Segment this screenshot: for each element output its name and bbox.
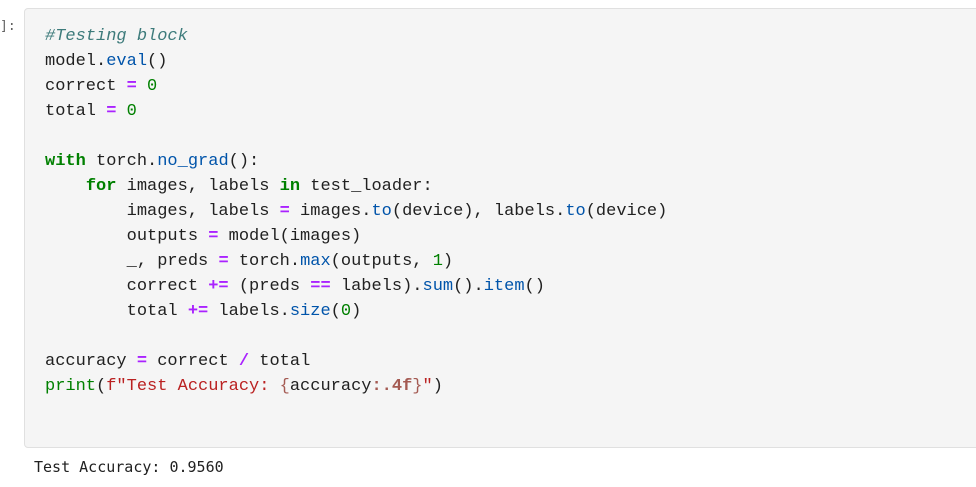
code-token: torch. [85,152,158,171]
code-token: labels. [208,302,290,321]
code-token: 0 [340,302,352,321]
code-token: torch. [228,252,301,271]
code-token: += [187,302,209,321]
code-line: outputs = model(images) [45,224,667,249]
code-token: = [126,77,137,96]
code-token: = [208,227,219,246]
code-token: #Testing block [45,27,188,46]
code-token: ) [442,252,454,271]
code-token: total [45,302,188,321]
code-token: to [371,202,392,221]
code-token: correct [147,352,239,371]
code-token: model. [45,52,107,71]
code-cell[interactable]: #Testing block model.eval() correct = 0 tot… [24,8,976,448]
code-token: images. [289,202,372,221]
code-token: / [238,352,250,371]
code-token: (device) [585,202,668,221]
code-token: (device), labels. [391,202,566,221]
code-token: in [279,177,301,196]
code-token: correct [45,77,127,96]
code-token: :.4f [371,377,413,396]
cell-prompt: ]: [0,19,16,34]
code-token: labels). [330,277,423,296]
code-line: #Testing block [45,24,667,49]
code-line: model.eval() [45,49,667,74]
code-token: test_loader: [300,177,433,196]
code-token: = [136,352,148,371]
code-token: 1 [432,252,443,271]
code-line: accuracy = correct / total [45,349,667,374]
code-token: { [279,377,290,396]
code-token: ) [351,302,362,321]
code-token: eval [106,52,148,71]
code-token: _, preds [45,252,219,271]
code-token: to [565,202,586,221]
code-line: correct += (preds == labels).sum().item(… [45,274,667,299]
code-token: accuracy [45,352,137,371]
code-line: print(f"Test Accuracy: {accuracy:.4f}") [45,374,667,399]
code-token: f"Test Accuracy: [106,377,280,396]
code-token: (): [228,152,260,171]
code-token: } [412,377,423,396]
code-token: () [524,277,545,296]
code-token: () [147,52,168,71]
code-token: " [422,377,433,396]
code-token: max [300,252,331,271]
code-token: = [279,202,290,221]
code-line: correct = 0 [45,74,667,99]
code-token: = [218,252,229,271]
code-editor[interactable]: #Testing block model.eval() correct = 0 tot… [45,24,667,399]
code-token: no_grad [157,152,229,171]
code-line: _, preds = torch.max(outputs, 1) [45,249,667,274]
code-token: with [45,152,86,171]
code-token: == [310,277,331,296]
code-line: for images, labels in test_loader: [45,174,667,199]
code-token: item [483,277,525,296]
code-token: ) [432,377,443,396]
code-token: correct [45,277,209,296]
code-token: size [289,302,331,321]
code-token: for [85,177,117,196]
code-token: 0 [147,77,158,96]
cell-output: Test Accuracy: 0.9560 [34,458,224,476]
code-line: total += labels.size(0) [45,299,667,324]
code-token: (). [453,277,484,296]
code-token: 0 [126,102,137,121]
code-token: ( [96,377,107,396]
code-token: model(images) [218,227,362,246]
code-token: outputs [45,227,209,246]
code-token: images, labels [45,202,280,221]
code-token: ( [330,302,341,321]
code-token: images, labels [116,177,280,196]
code-line: images, labels = images.to(device), labe… [45,199,668,224]
code-token: (preds [228,277,311,296]
code-token: = [106,102,117,121]
code-token: total [45,102,107,121]
code-token: print [45,377,97,396]
code-token: total [249,352,311,371]
code-token: sum [422,277,454,296]
code-token: += [208,277,229,296]
code-token: accuracy [289,377,372,396]
code-line: total = 0 [45,99,667,124]
code-token: (outputs, [330,252,433,271]
code-line: with torch.no_grad(): [45,149,667,174]
